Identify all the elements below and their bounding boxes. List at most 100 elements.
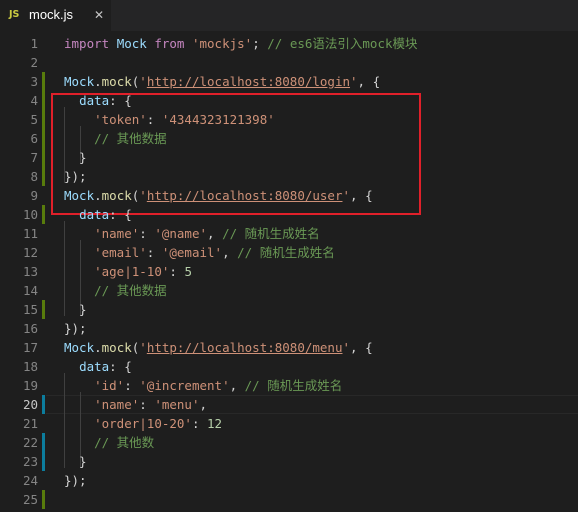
- punctuation-token: [64, 378, 94, 393]
- punctuation-token: [64, 397, 94, 412]
- code-line[interactable]: 8});: [0, 167, 578, 186]
- gutter-added-marker[interactable]: [42, 110, 45, 129]
- gutter-added-marker[interactable]: [42, 490, 45, 509]
- line-number: 8: [30, 169, 38, 184]
- code-text: data: {: [64, 357, 132, 376]
- gutter-modified-marker[interactable]: [42, 395, 45, 414]
- punctuation-token: }: [64, 454, 87, 469]
- string-token: '@name': [154, 226, 208, 241]
- code-text: 'email': '@email', // 随机生成姓名: [64, 243, 335, 262]
- line-number: 24: [22, 473, 38, 488]
- code-line[interactable]: 6 // 其他数据: [0, 129, 578, 148]
- punctuation-token: [64, 359, 79, 374]
- code-line[interactable]: 24});: [0, 471, 578, 490]
- gutter-added-marker[interactable]: [42, 91, 45, 110]
- code-line[interactable]: 4 data: {: [0, 91, 578, 110]
- identifier-token: Mock: [64, 188, 95, 203]
- string-token: ': [342, 188, 351, 203]
- punctuation-token: :: [146, 245, 162, 260]
- function-token: mock: [101, 74, 132, 89]
- code-text: 'token': '4344323121398': [64, 110, 275, 129]
- code-line[interactable]: 1 import Mock from 'mockjs'; // es6语法引入mo…: [0, 34, 578, 53]
- punctuation-token: : {: [109, 93, 132, 108]
- punctuation-token: .: [94, 188, 102, 203]
- line-number: 4: [30, 93, 38, 108]
- code-text: Mock.mock('http://localhost:8080/menu', …: [64, 338, 373, 357]
- string-token: ': [139, 74, 147, 89]
- gutter-added-marker[interactable]: [42, 205, 45, 224]
- punctuation-token: ;: [252, 36, 268, 51]
- punctuation-token: :: [169, 264, 185, 279]
- code-text: 'order|10-20': 12: [64, 414, 222, 433]
- close-icon[interactable]: ✕: [92, 7, 106, 23]
- number-token: 12: [207, 416, 223, 431]
- code-line[interactable]: 2: [0, 53, 578, 72]
- code-line[interactable]: 19 'id': '@increment', // 随机生成姓名: [0, 376, 578, 395]
- punctuation-token: [184, 36, 192, 51]
- punctuation-token: .: [94, 74, 102, 89]
- comment-token: // 其他数据: [94, 283, 167, 298]
- code-line[interactable]: 7 }: [0, 148, 578, 167]
- comment-token: // 随机生成姓名: [222, 226, 320, 241]
- line-number: 1: [30, 36, 38, 51]
- code-line[interactable]: 12 'email': '@email', // 随机生成姓名: [0, 243, 578, 262]
- code-line[interactable]: 5 'token': '4344323121398': [0, 110, 578, 129]
- punctuation-token: [64, 264, 94, 279]
- code-line[interactable]: 14 // 其他数据: [0, 281, 578, 300]
- punctuation-token: });: [64, 473, 87, 488]
- string-token: '4344323121398': [161, 112, 275, 127]
- gutter-added-marker[interactable]: [42, 148, 45, 167]
- code-line[interactable]: 10 data: {: [0, 205, 578, 224]
- code-text: 'age|1-10': 5: [64, 262, 192, 281]
- punctuation-token: [64, 283, 94, 298]
- string-token: 'name': [94, 397, 140, 412]
- code-line[interactable]: 13 'age|1-10': 5: [0, 262, 578, 281]
- identifier-token: data: [79, 359, 110, 374]
- string-token: 'email': [94, 245, 147, 260]
- identifier-token: Mock: [64, 340, 95, 355]
- punctuation-token: [64, 207, 79, 222]
- code-line[interactable]: 11 'name': '@name', // 随机生成姓名: [0, 224, 578, 243]
- comment-token: // 随机生成姓名: [244, 378, 343, 393]
- code-line[interactable]: 17 Mock.mock('http://localhost:8080/menu'…: [0, 338, 578, 357]
- code-line[interactable]: 21 'order|10-20': 12: [0, 414, 578, 433]
- keyword-token: from: [154, 36, 185, 51]
- code-line[interactable]: 16});: [0, 319, 578, 338]
- string-token: ': [342, 340, 351, 355]
- code-line[interactable]: 18 data: {: [0, 357, 578, 376]
- gutter-modified-marker[interactable]: [42, 433, 45, 452]
- punctuation-token: });: [64, 169, 87, 184]
- code-line[interactable]: 25: [0, 490, 578, 509]
- code-line[interactable]: 15 }: [0, 300, 578, 319]
- punctuation-token: :: [191, 416, 208, 431]
- function-token: mock: [101, 188, 132, 203]
- url-string-token: http://localhost:8080/menu: [146, 340, 343, 355]
- code-line[interactable]: 20 'name': 'menu',: [0, 395, 578, 414]
- line-number: 14: [22, 283, 38, 298]
- code-line[interactable]: 3 Mock.mock('http://localhost:8080/login'…: [0, 72, 578, 91]
- punctuation-token: [64, 435, 94, 450]
- gutter-added-marker[interactable]: [42, 167, 45, 186]
- code-text: // 其他数: [64, 433, 154, 452]
- code-text: });: [64, 167, 87, 186]
- gutter-added-marker[interactable]: [42, 72, 45, 91]
- string-token: ': [139, 340, 147, 355]
- tab-mock-js[interactable]: JS mock.js ✕: [0, 0, 111, 31]
- gutter-added-marker[interactable]: [42, 129, 45, 148]
- punctuation-token: [64, 416, 94, 431]
- code-editor[interactable]: 1 import Mock from 'mockjs'; // es6语法引入mo…: [0, 31, 578, 512]
- gutter-added-marker[interactable]: [42, 300, 45, 319]
- code-text: // 其他数据: [64, 129, 167, 148]
- keyword-token: import: [64, 36, 110, 51]
- code-line[interactable]: 9 Mock.mock('http://localhost:8080/user',…: [0, 186, 578, 205]
- gutter-modified-marker[interactable]: [42, 452, 45, 471]
- identifier-token: Mock: [116, 36, 147, 51]
- code-line[interactable]: 23 }: [0, 452, 578, 471]
- tab-bar: JS mock.js ✕: [0, 0, 578, 31]
- code-line[interactable]: 22 // 其他数: [0, 433, 578, 452]
- punctuation-token: [64, 131, 94, 146]
- string-token: '@increment': [139, 378, 230, 393]
- url-string-token: http://localhost:8080/user: [146, 188, 343, 203]
- punctuation-token: [64, 245, 94, 260]
- punctuation-token: }: [64, 302, 87, 317]
